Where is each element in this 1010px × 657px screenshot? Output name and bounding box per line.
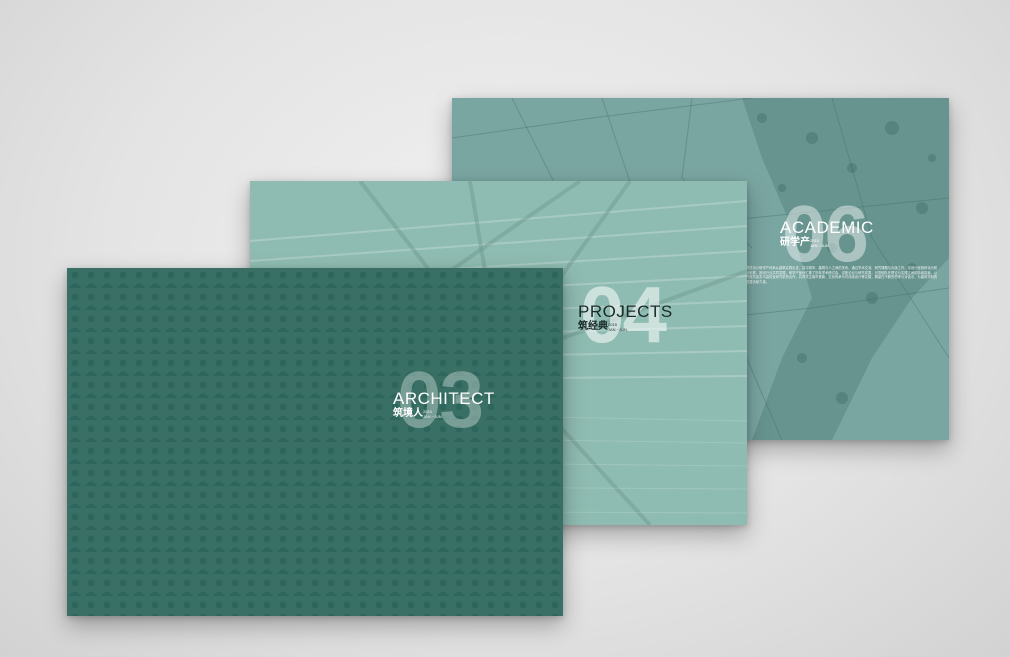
- architect-brochure-cover: 03 ARCHITECT 筑境人 2015 JAN.~JUN.: [67, 268, 563, 616]
- portrait-grid-texture: [67, 268, 563, 616]
- issue-date: 2015 JAN.~JUN.: [423, 409, 443, 419]
- section-subtitle-cn: 筑境人: [393, 408, 423, 419]
- section-title: ARCHITECT: [393, 389, 495, 408]
- issue-date: 2015 JAN.~JUN.: [608, 322, 628, 332]
- issue-period: JAN.~JUN.: [423, 414, 443, 419]
- issue-period: JAN.~JUN.: [608, 327, 628, 332]
- issue-date: 2015 JAN.~JUN.: [810, 238, 830, 248]
- section-subtitle-cn: 研学产: [780, 237, 810, 248]
- intro-paragraph: 筑境设计研学产体系从建筑实践出发，探讨城市、建筑与人之间的关系。通过学术交流、研…: [746, 266, 938, 284]
- section-subtitle-cn: 筑经典: [578, 321, 608, 332]
- section-title: ACADEMIC: [780, 218, 874, 237]
- section-title: PROJECTS: [578, 302, 673, 321]
- issue-period: JAN.~JUN.: [810, 243, 830, 248]
